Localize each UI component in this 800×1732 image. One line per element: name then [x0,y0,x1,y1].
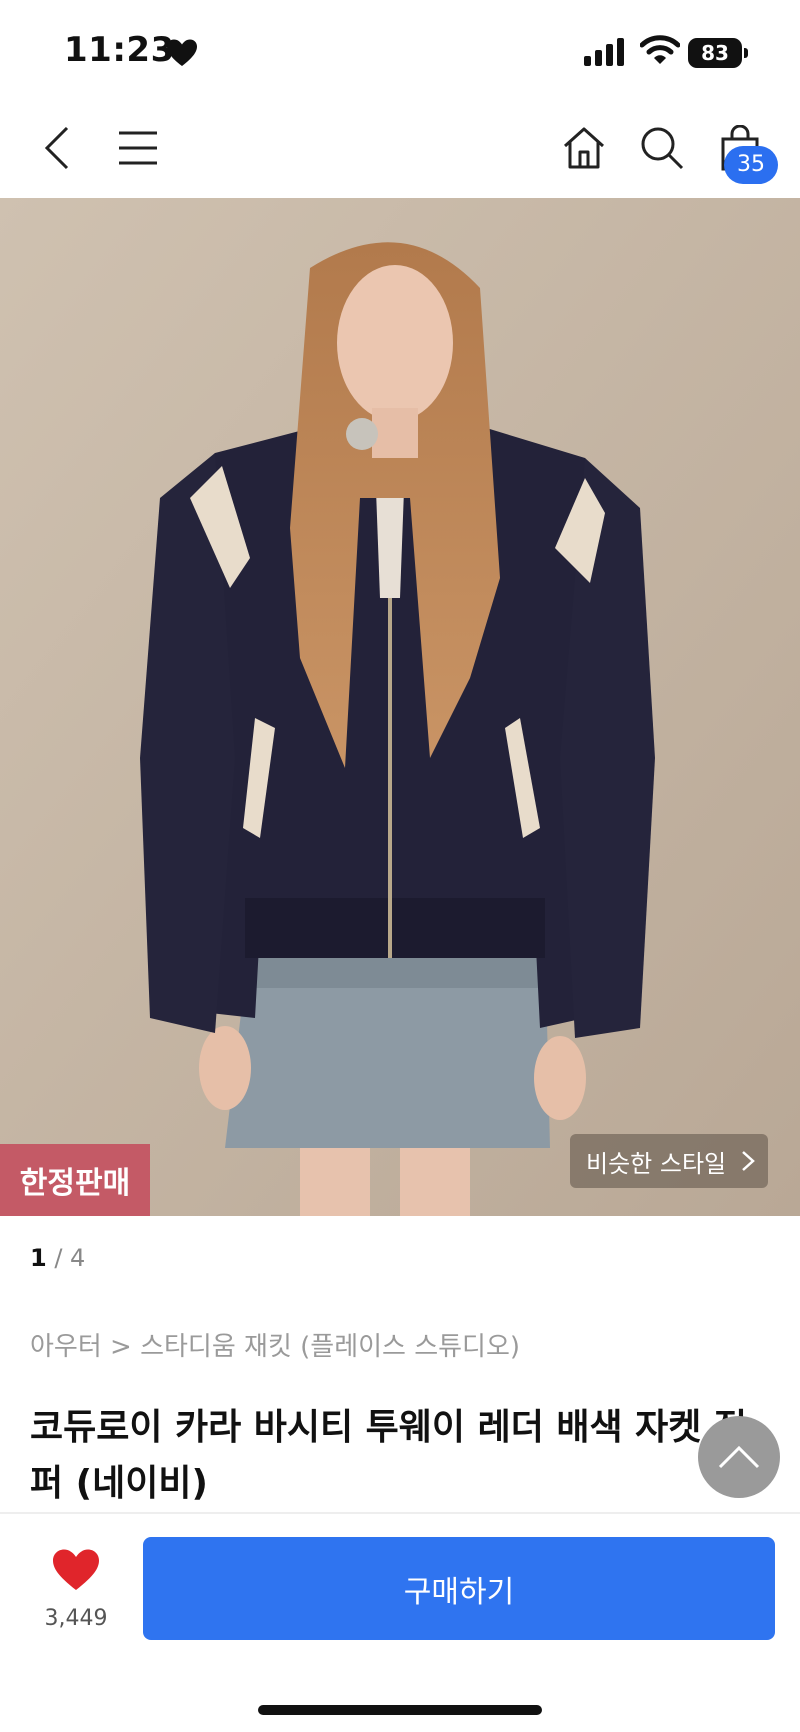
status-bar: 11:23 83 [0,0,800,100]
heart-status-icon [167,39,197,66]
search-button[interactable] [634,120,690,176]
home-indicator [258,1705,542,1715]
image-total: / 4 [54,1244,86,1272]
home-button[interactable] [556,120,612,176]
chevron-right-icon [742,1151,755,1171]
similar-style-button[interactable]: 비슷한 스타일 [570,1134,768,1188]
search-icon [641,127,684,170]
nav-bar [0,100,800,198]
like-button[interactable]: 3,449 [38,1548,114,1634]
battery-icon: 83 [688,38,748,68]
home-icon [563,127,605,169]
limited-sale-badge: 한정판매 [0,1144,150,1216]
heart-icon [53,1549,99,1590]
chevron-left-icon [44,126,69,170]
hamburger-icon [119,131,157,165]
buy-button[interactable]: 구매하기 [143,1537,775,1640]
similar-style-label: 비슷한 스타일 [586,1149,727,1178]
cart-count-badge: 35 [724,146,778,184]
like-count: 3,449 [44,1606,108,1631]
signal-icon [584,38,624,66]
bottom-divider [0,1512,800,1514]
battery-level: 83 [688,38,742,68]
product-photo [0,198,800,1216]
product-image[interactable] [0,198,800,1216]
chevron-up-icon [718,1445,760,1469]
menu-button[interactable] [110,120,166,176]
product-title: 코듀로이 카라 바시티 투웨이 레더 배색 자켓 점퍼 (네이비) [30,1407,748,1504]
wifi-icon [640,35,680,64]
status-time: 11:23 [64,30,175,70]
image-pager: 1 / 4 [30,1244,85,1272]
back-button[interactable] [30,120,86,176]
breadcrumb[interactable]: 아우터 > 스타디움 재킷 (플레이스 스튜디오) [30,1326,520,1363]
scroll-to-top-button[interactable] [698,1416,780,1498]
image-index: 1 [30,1244,47,1272]
